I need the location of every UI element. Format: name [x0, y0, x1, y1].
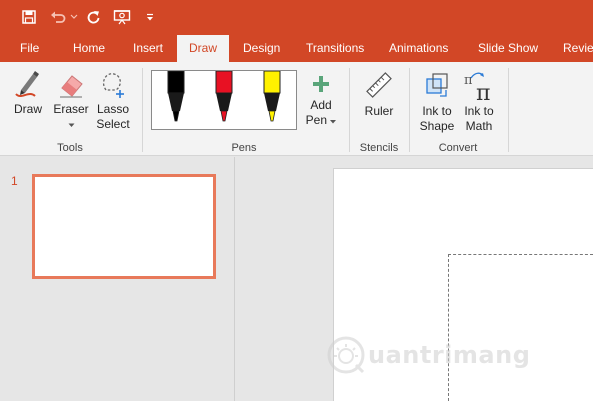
pi-icon: ππ	[459, 70, 499, 106]
tab-slide-show[interactable]: Slide Show	[478, 34, 538, 62]
ink-to-shape-button[interactable]: Ink to Shape	[417, 70, 457, 134]
draw-button[interactable]: Draw	[10, 68, 46, 117]
tab-file[interactable]: File	[20, 34, 39, 62]
draw-icon	[10, 68, 46, 102]
ribbon-tabs: File Home Insert Draw Design Transitions…	[0, 34, 593, 62]
group-separator	[508, 68, 509, 152]
ink-to-math-button[interactable]: ππ Ink to Math	[459, 70, 499, 134]
lasso-label-line-2: Select	[96, 117, 130, 131]
ink-to-shape-icon	[417, 70, 457, 104]
add-pen-label-text: Pen	[305, 113, 327, 127]
plus-icon	[303, 74, 339, 98]
watermark-logo	[327, 336, 365, 374]
ribbon-panel: Draw Eraser Lasso Select Tools Add Pen P…	[0, 62, 593, 156]
pen-black[interactable]	[167, 70, 185, 122]
watermark: uantrimang	[326, 335, 530, 375]
group-separator	[142, 68, 143, 152]
add-pen-label-line-2: Pen	[303, 113, 339, 128]
pens-group-label: Pens	[231, 142, 257, 154]
ink-to-shape-label-line-1: Ink to	[422, 104, 452, 118]
eraser-icon	[52, 68, 90, 102]
group-separator	[349, 68, 350, 152]
title-bar	[0, 0, 593, 34]
stencils-group-label: Stencils	[359, 142, 399, 154]
pens-gallery-svg	[167, 70, 281, 122]
tab-draw[interactable]: Draw	[177, 35, 229, 62]
pen-red[interactable]	[215, 70, 233, 122]
chevron-down-icon	[330, 120, 337, 124]
tab-review[interactable]: Review	[563, 34, 593, 62]
draw-label: Draw	[13, 102, 42, 116]
ruler-button[interactable]: Ruler	[361, 70, 397, 119]
eraser-button[interactable]: Eraser	[52, 68, 90, 127]
svg-text:π: π	[464, 73, 473, 88]
group-separator	[409, 68, 410, 152]
content-placeholder[interactable]	[448, 254, 593, 401]
lasso-select-button[interactable]: Lasso Select	[94, 68, 132, 132]
tab-home[interactable]: Home	[73, 34, 105, 62]
slide-thumbnail[interactable]	[32, 174, 216, 279]
tab-animations[interactable]: Animations	[389, 34, 448, 62]
tab-design[interactable]: Design	[243, 34, 280, 62]
save-icon[interactable]	[18, 6, 40, 28]
tools-group-label: Tools	[57, 142, 83, 154]
ink-to-shape-label-line-2: Shape	[419, 119, 455, 133]
svg-text:π: π	[476, 81, 490, 102]
redo-icon[interactable]	[82, 6, 104, 28]
eraser-label: Eraser	[53, 102, 89, 116]
lasso-select-icon	[94, 68, 132, 102]
tab-insert[interactable]: Insert	[133, 34, 163, 62]
present-from-beginning-icon[interactable]	[111, 6, 133, 28]
undo-icon[interactable]	[47, 6, 69, 28]
slide-number: 1	[11, 174, 18, 188]
add-pen-label-line-1: Add	[310, 98, 332, 112]
highlighter-yellow[interactable]	[263, 70, 281, 122]
ink-to-math-label-line-1: Ink to	[464, 104, 494, 118]
ruler-label: Ruler	[364, 104, 394, 118]
customize-qat-icon[interactable]	[143, 6, 157, 28]
pens-gallery	[151, 70, 297, 130]
ruler-icon	[361, 70, 397, 104]
convert-group-label: Convert	[438, 142, 478, 154]
chevron-down-icon[interactable]	[68, 6, 80, 28]
lasso-label-line-1: Lasso	[96, 102, 130, 116]
add-pen-button[interactable]: Add Pen	[303, 74, 339, 128]
ink-to-math-label-line-2: Math	[465, 119, 493, 133]
tab-transitions[interactable]: Transitions	[306, 34, 364, 62]
watermark-text: uantrimang	[368, 341, 531, 369]
chevron-down-icon	[52, 117, 90, 127]
